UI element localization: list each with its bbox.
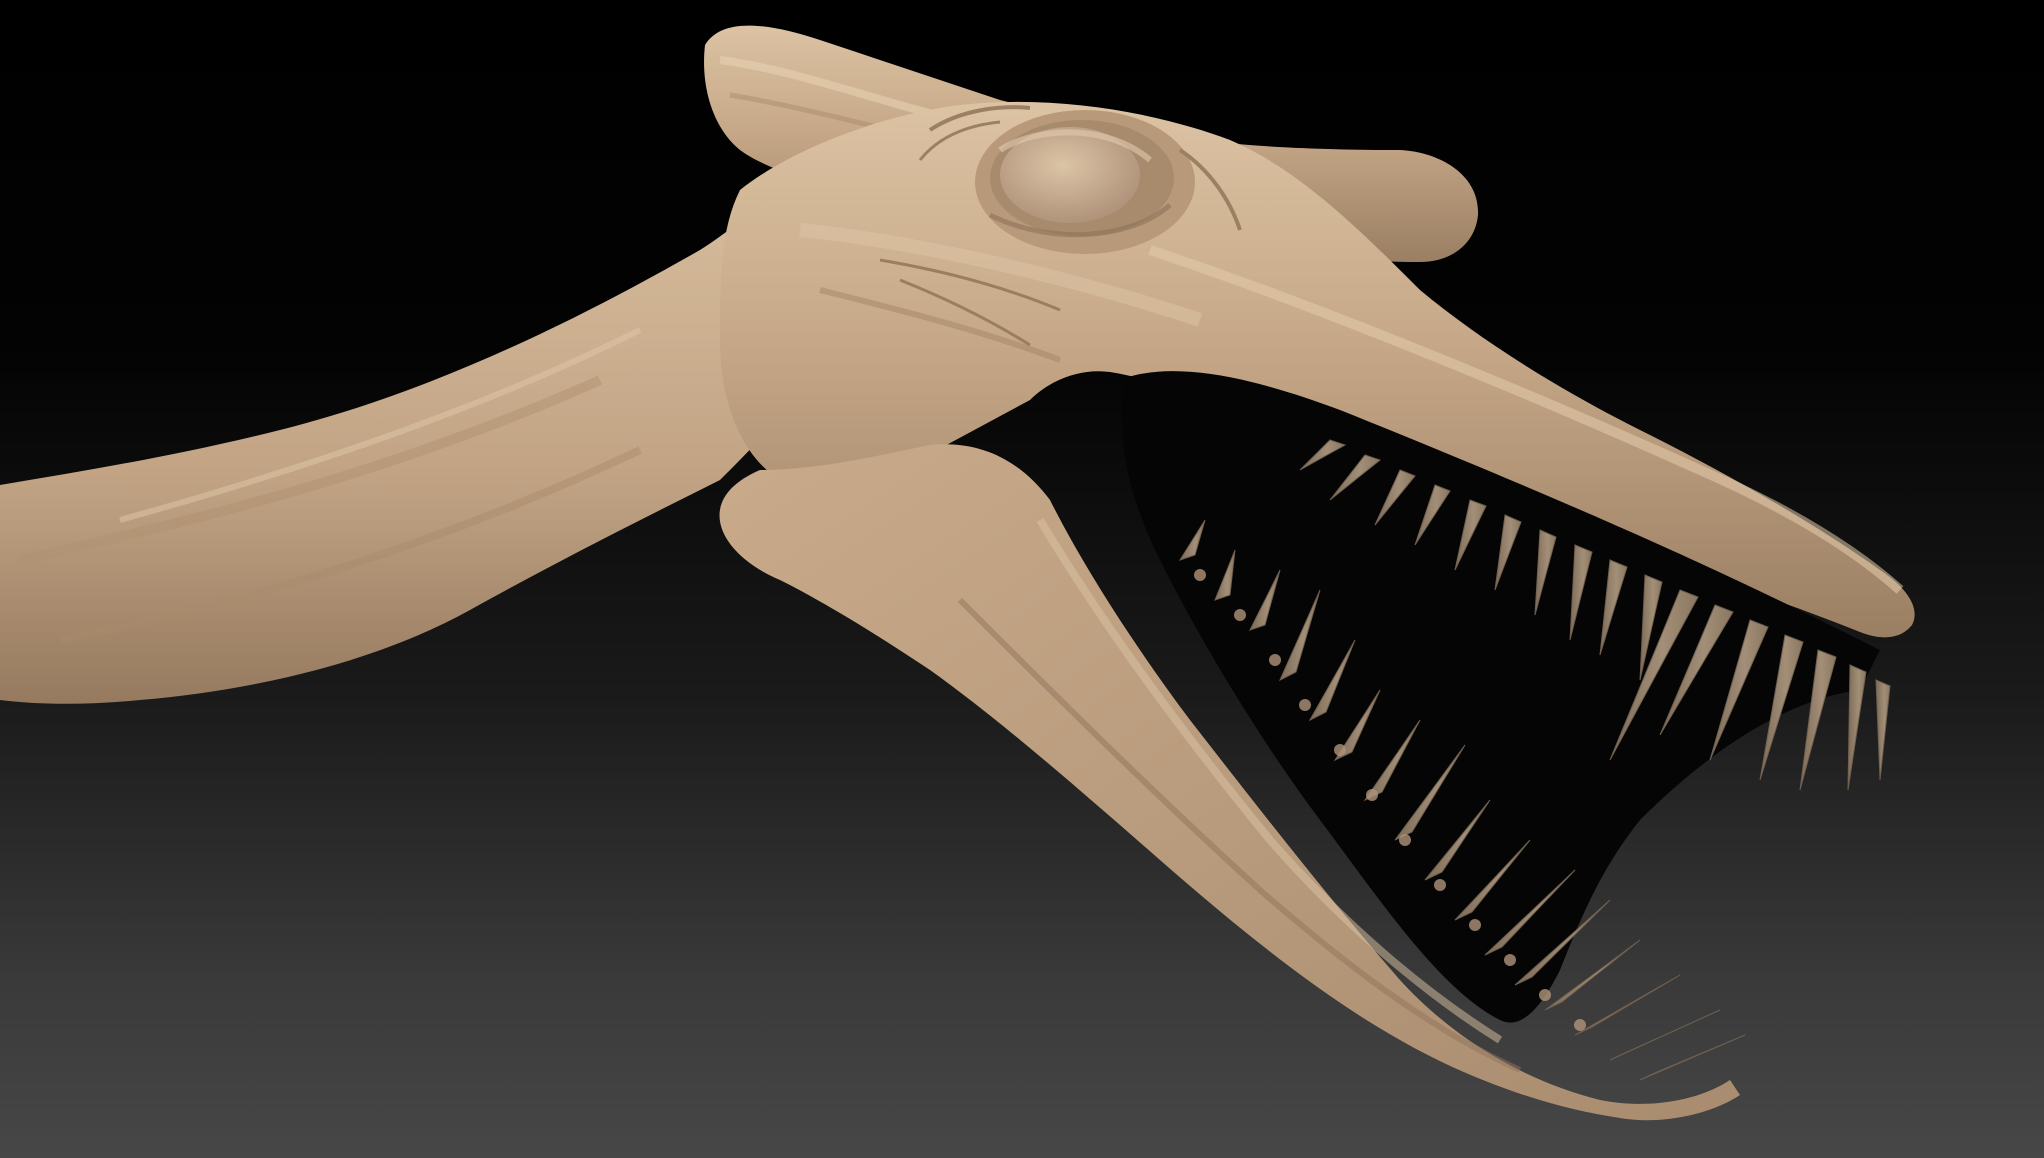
sculpt-render <box>0 25 1915 1121</box>
3d-viewport[interactable] <box>0 0 2044 1158</box>
